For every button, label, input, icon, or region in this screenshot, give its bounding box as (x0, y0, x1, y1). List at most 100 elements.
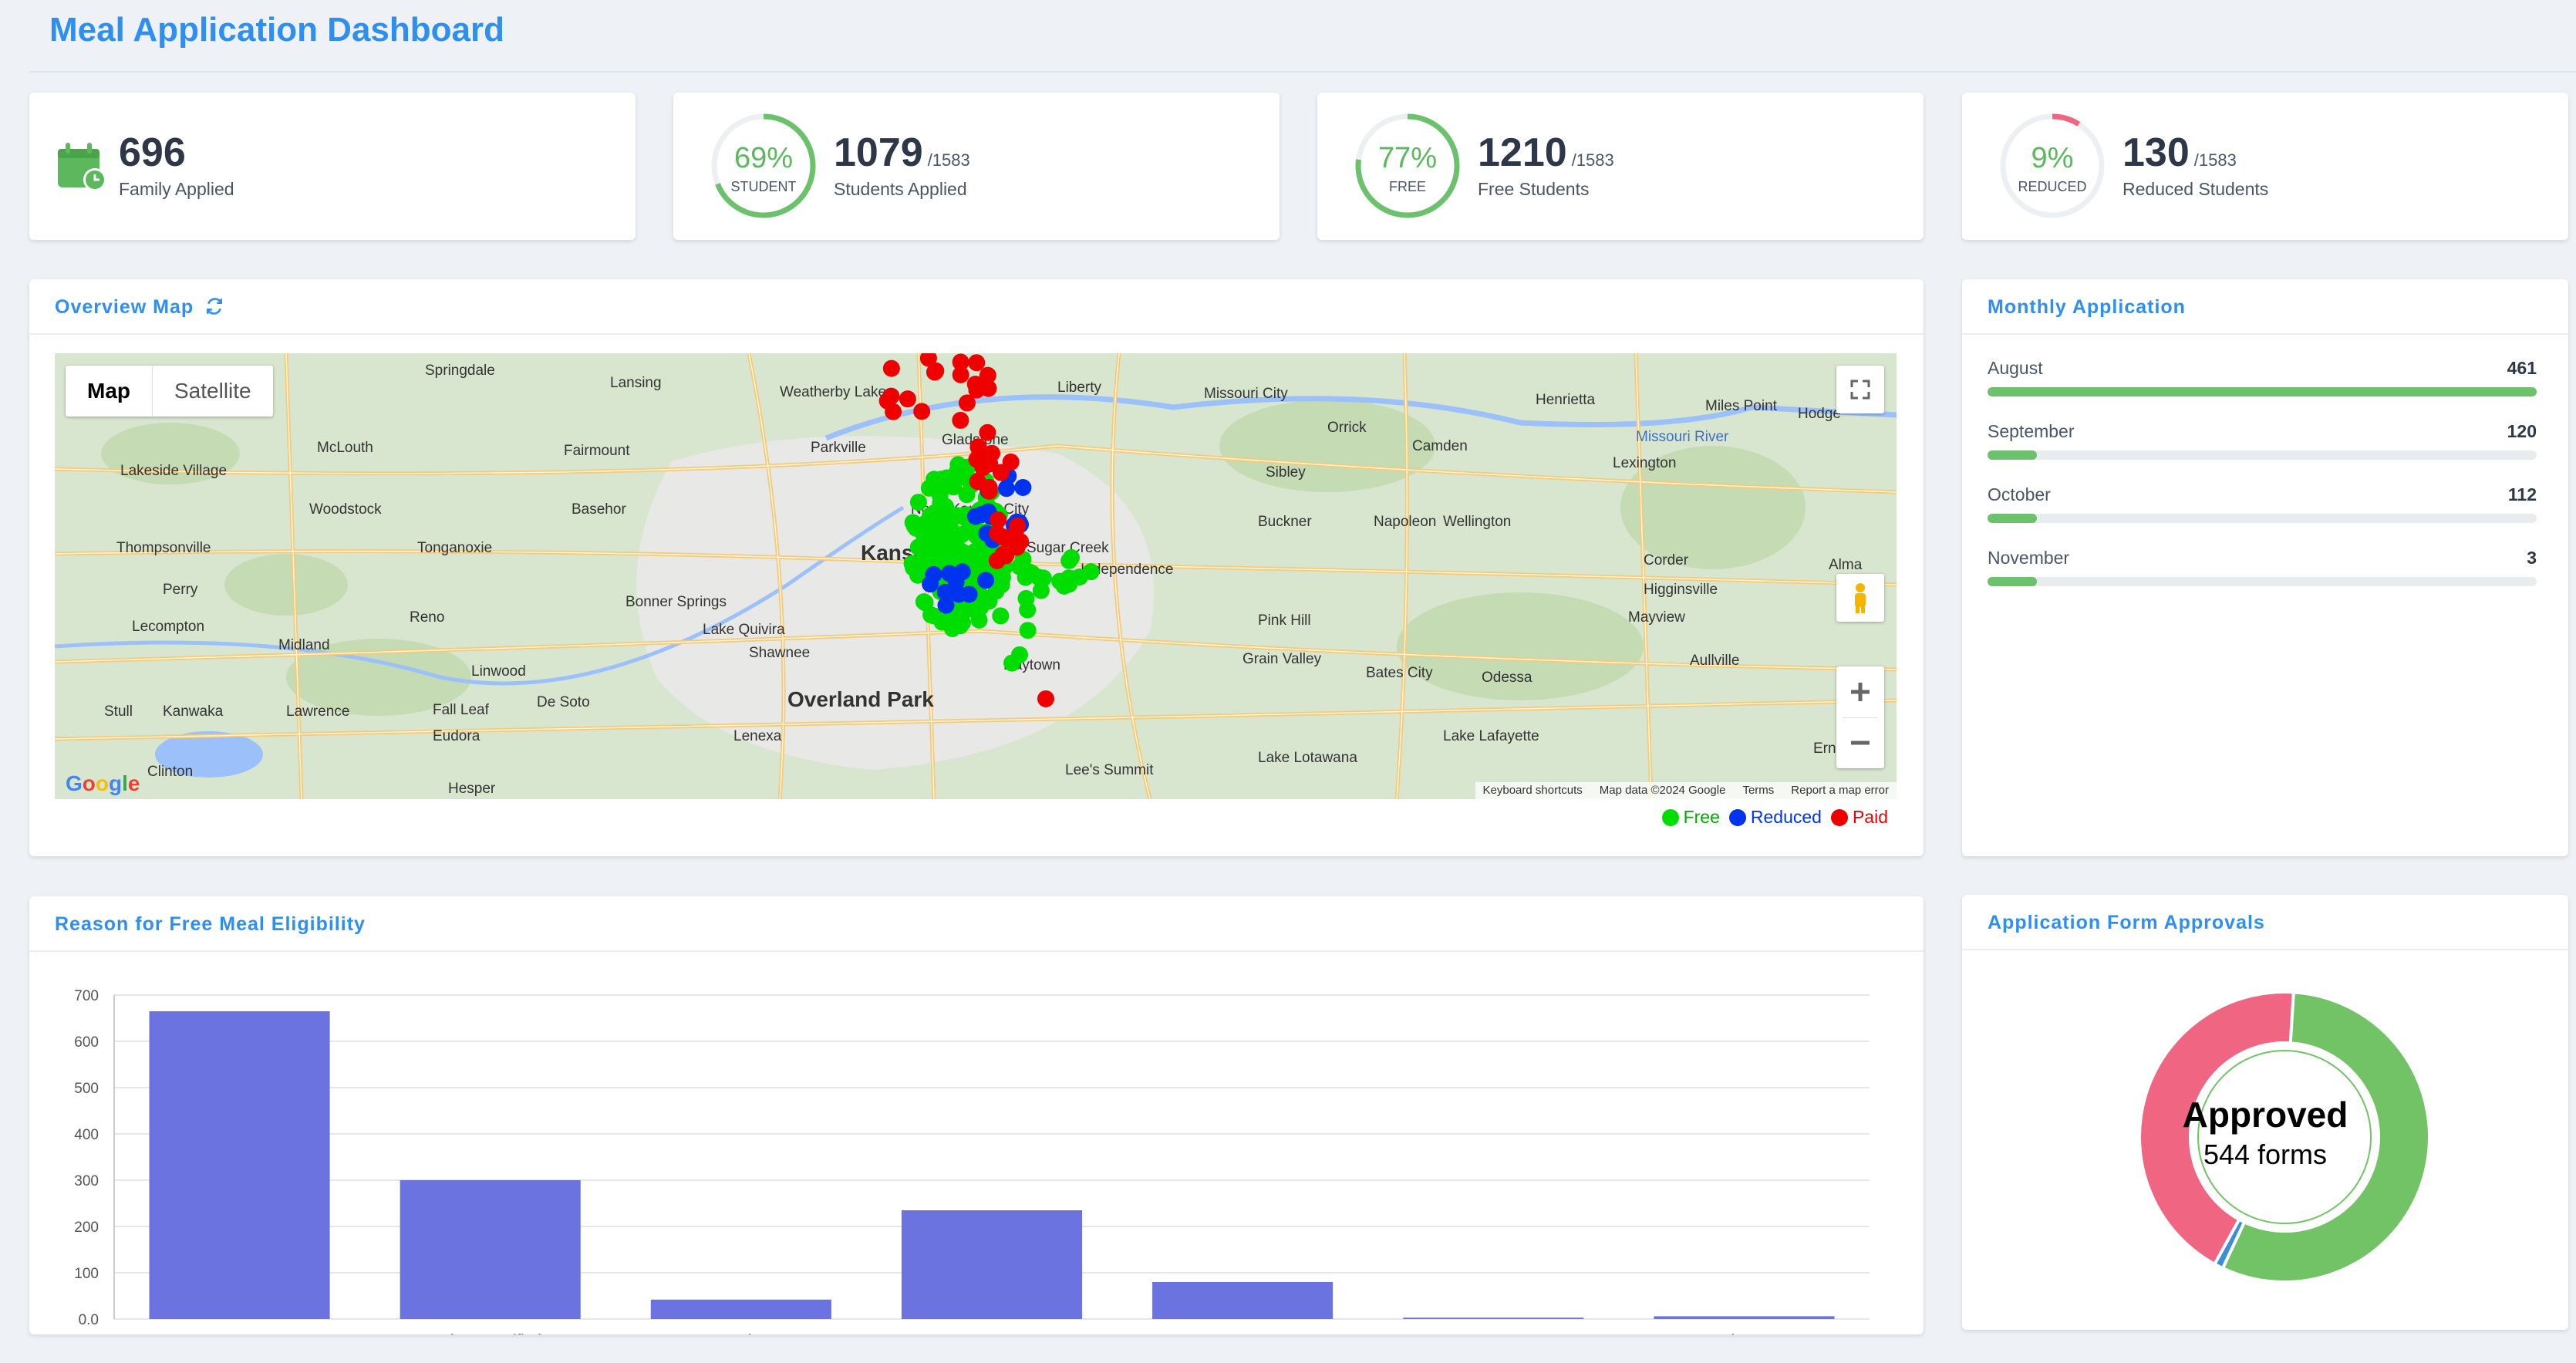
bar[interactable] (1654, 1316, 1835, 1319)
month-progress-fill (1988, 387, 2537, 396)
map-marker[interactable] (952, 411, 969, 429)
monthly-card-title: Monthly Application (1988, 296, 2186, 318)
map-place-label: Orrick (1327, 420, 1367, 436)
report-error-link[interactable]: Report a map error (1791, 784, 1889, 798)
map-marker[interactable] (1003, 654, 1021, 672)
map-place-label: Stull (104, 703, 133, 720)
legend-paid: Paid (1830, 807, 1888, 828)
map-marker[interactable] (953, 563, 971, 581)
map-marker[interactable] (885, 403, 902, 420)
map-card-title: Overview Map (55, 296, 224, 319)
map-marker[interactable] (937, 596, 955, 614)
month-progress-track (1988, 387, 2537, 396)
page-title: Meal Application Dashboard (49, 11, 505, 49)
map-place-label: Perry (163, 582, 198, 598)
map-marker[interactable] (922, 542, 940, 560)
google-logo: Google (66, 771, 140, 795)
map-marker[interactable] (909, 494, 927, 511)
map-marker[interactable] (952, 353, 969, 371)
map-marker[interactable] (1009, 517, 1027, 535)
map-place-label: Aullville (1690, 653, 1739, 669)
map-marker[interactable] (899, 390, 916, 408)
zoom-out-icon[interactable] (1836, 717, 1884, 768)
y-tick-label: 0.0 (79, 1312, 99, 1328)
map-marker[interactable] (949, 456, 967, 474)
map-marker[interactable] (979, 366, 996, 384)
month-count: 461 (2507, 358, 2537, 378)
map-marker[interactable] (981, 455, 999, 473)
map-place-label: Napoleon (1374, 514, 1436, 530)
map-marker[interactable] (926, 504, 944, 521)
map-place-label: Higginsville (1644, 582, 1718, 598)
map-canvas[interactable]: Springdale Lansing Weatherby Lake Liberty Mi… (55, 353, 1897, 799)
zoom-in-icon[interactable] (1836, 666, 1884, 717)
fullscreen-icon (1850, 380, 1870, 400)
refresh-icon[interactable] (204, 296, 224, 316)
map-marker[interactable] (920, 479, 938, 497)
map-marker[interactable] (1014, 479, 1032, 497)
map-marker[interactable] (1082, 563, 1100, 581)
map-place-label: Lee's Summit (1065, 762, 1154, 778)
keyboard-shortcuts-link[interactable]: Keyboard shortcuts (1483, 784, 1583, 798)
satellite-view-button[interactable]: Satellite (153, 366, 273, 417)
street-view-button[interactable] (1836, 574, 1884, 622)
bar[interactable] (901, 1210, 1083, 1319)
map-place-label: Camden (1412, 438, 1468, 454)
map-place-label: Weatherby Lake (780, 384, 886, 400)
month-count: 3 (2527, 548, 2537, 568)
reduced-students-card: 9% REDUCED 130/1583 Reduced Students (1962, 93, 2568, 240)
map-marker[interactable] (1019, 601, 1037, 619)
map-place-label: Missouri River (1636, 429, 1729, 445)
map-marker[interactable] (1051, 572, 1069, 590)
bar[interactable] (1152, 1282, 1334, 1319)
map-marker[interactable] (922, 606, 940, 624)
bar[interactable] (650, 1299, 831, 1319)
map-marker[interactable] (990, 511, 1007, 528)
map-place-label: McLouth (317, 440, 373, 456)
map-marker[interactable] (925, 565, 942, 583)
map-marker[interactable] (968, 354, 986, 372)
map-marker[interactable] (1019, 622, 1037, 639)
map-place-label: Hodge (1798, 406, 1841, 422)
donut-center-title: Approved (2182, 1095, 2348, 1135)
students-applied-value: 1079/1583 (834, 130, 970, 175)
map-marker[interactable] (907, 562, 925, 579)
map-marker[interactable] (979, 423, 996, 441)
x-tick-label: FDPIR (1470, 1332, 1516, 1334)
month-count: 112 (2507, 484, 2537, 504)
map-marker[interactable] (966, 508, 984, 525)
map-card-header: Overview Map (29, 279, 1924, 335)
map-marker[interactable] (953, 525, 971, 543)
free-students-value: 1210/1583 (1478, 130, 1614, 175)
y-tick-label: 400 (74, 1127, 99, 1143)
fullscreen-button[interactable] (1836, 366, 1884, 413)
bar[interactable] (400, 1180, 581, 1319)
map-place-label: Lawrence (286, 703, 349, 720)
map-marker[interactable] (1002, 453, 1020, 471)
map-view-button[interactable]: Map (66, 366, 153, 417)
map-marker[interactable] (929, 521, 946, 538)
month-name: August (1988, 358, 2043, 378)
map-marker[interactable] (992, 607, 1010, 625)
map-marker[interactable] (977, 572, 995, 589)
reduced-students-value: 130/1583 (2123, 130, 2237, 175)
map-marker[interactable] (927, 362, 945, 380)
map-place-label: De Soto (537, 694, 590, 710)
overview-map[interactable]: Springdale Lansing Weatherby Lake Liberty Mi… (55, 353, 1897, 799)
map-marker[interactable] (913, 403, 931, 420)
map-place-label: Linwood (471, 663, 526, 680)
bar[interactable] (149, 1011, 330, 1319)
pegman-icon (1855, 583, 1866, 613)
map-data-attribution: Map data ©2024 Google (1599, 784, 1726, 797)
terms-link[interactable]: Terms (1742, 784, 1774, 798)
map-marker[interactable] (1032, 582, 1050, 599)
bar[interactable] (1403, 1317, 1584, 1319)
map-place-label: Buckner (1258, 514, 1312, 530)
map-marker[interactable] (1037, 690, 1054, 707)
map-place-label: Henrietta (1536, 392, 1596, 408)
eligibility-chart: 0.0 100 200 300 400 500 600 700 Income Direct Cer… (29, 952, 1924, 1349)
map-place-label: Hesper (448, 781, 496, 797)
map-marker[interactable] (980, 478, 998, 496)
map-marker[interactable] (882, 359, 900, 377)
map-marker[interactable] (1060, 552, 1078, 569)
